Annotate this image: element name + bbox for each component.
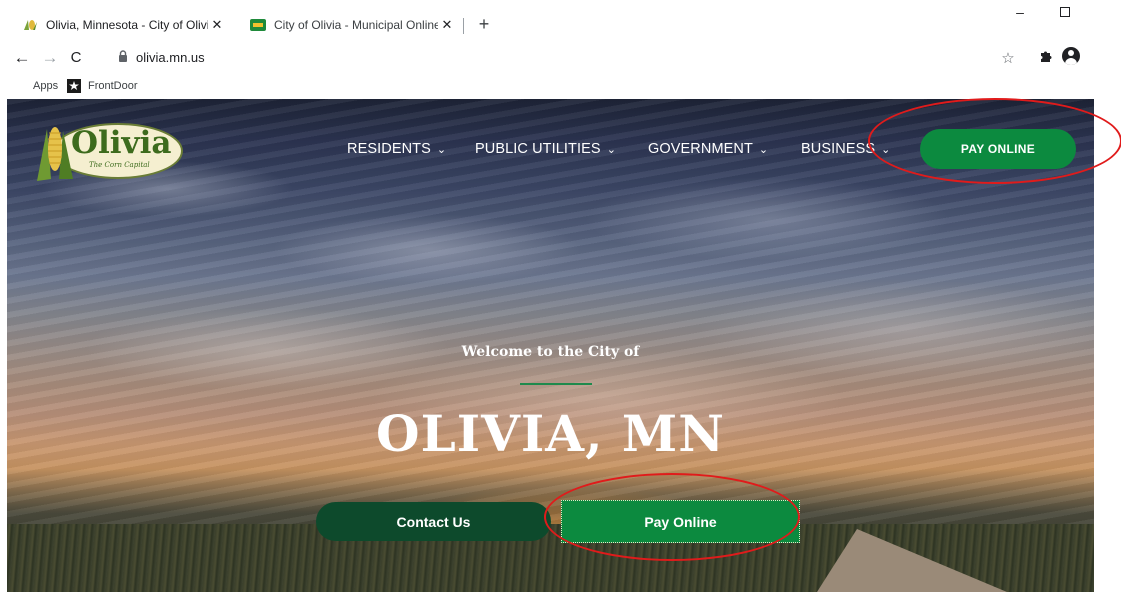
pay-online-nav-button[interactable]: PAY ONLINE — [920, 129, 1076, 169]
chevron-down-icon: ⌄ — [606, 143, 617, 156]
frontdoor-icon — [67, 79, 81, 93]
maximize-icon — [1060, 7, 1070, 17]
profile-head — [1068, 50, 1074, 56]
browser-tab-strip: Olivia, Minnesota - City of Olivia ✕ Cit… — [0, 0, 1121, 40]
nav-label: BUSINESS — [801, 141, 876, 157]
gravel-road-background — [817, 529, 1007, 592]
nav-label: RESIDENTS — [347, 141, 431, 157]
new-tab-button[interactable]: + — [474, 14, 494, 35]
bookmark-label: Apps — [33, 80, 59, 92]
bookmarks-bar: Apps FrontDoor — [0, 76, 1121, 98]
municipal-favicon-icon — [250, 17, 266, 33]
nav-business[interactable]: BUSINESS ⌄ — [801, 141, 890, 157]
hero-welcome-text: Welcome to the City of — [461, 344, 640, 360]
lock-icon[interactable] — [118, 49, 128, 67]
nav-government[interactable]: GOVERNMENT ⌄ — [648, 141, 768, 157]
bookmark-apps[interactable]: Apps — [12, 79, 58, 93]
maximize-button[interactable] — [1050, 4, 1080, 20]
bookmark-label: FrontDoor — [88, 80, 138, 92]
logo-text: Olivia — [71, 125, 172, 161]
nav-label: GOVERNMENT — [648, 141, 753, 157]
tab-title: City of Olivia - Municipal Online — [274, 18, 438, 32]
logo-tagline: The Corn Capital — [89, 161, 150, 169]
chevron-down-icon: ⌄ — [758, 143, 769, 156]
tab-separator — [463, 18, 464, 34]
olivia-logo[interactable]: Olivia The Corn Capital — [25, 119, 185, 183]
chevron-down-icon: ⌄ — [881, 143, 891, 156]
minimize-button[interactable]: – — [1005, 4, 1035, 20]
close-tab-icon[interactable]: ✕ — [438, 17, 456, 33]
extensions-puzzle-icon[interactable] — [1037, 49, 1055, 67]
back-arrow-icon[interactable]: ← — [12, 48, 32, 68]
hero-headline: OLIVIA, MN — [376, 404, 725, 463]
hero-divider — [520, 383, 592, 385]
hero-section: Olivia The Corn Capital RESIDENTS ⌄ PUBLI… — [7, 99, 1094, 592]
apps-grid-icon — [12, 79, 26, 93]
close-tab-icon[interactable]: ✕ — [208, 17, 226, 33]
corn-favicon-icon — [22, 17, 38, 33]
nav-label: PUBLIC UTILITIES — [475, 141, 601, 157]
bookmark-star-icon[interactable]: ☆ — [999, 49, 1017, 67]
address-bar-url[interactable]: olivia.mn.us — [136, 50, 205, 65]
contact-us-button[interactable]: Contact Us — [316, 502, 551, 541]
reload-icon[interactable]: C — [66, 48, 86, 68]
pay-online-hero-button[interactable]: Pay Online — [561, 500, 800, 543]
tab-municipal-online[interactable]: City of Olivia - Municipal Online ✕ — [238, 10, 464, 40]
tab-title: Olivia, Minnesota - City of Olivia — [46, 18, 208, 32]
tab-olivia-home[interactable]: Olivia, Minnesota - City of Olivia ✕ — [8, 10, 234, 40]
forward-arrow-icon[interactable]: → — [40, 48, 60, 68]
bookmark-frontdoor[interactable]: FrontDoor — [67, 79, 138, 93]
chevron-down-icon: ⌄ — [436, 143, 447, 156]
profile-shoulder — [1065, 58, 1077, 65]
nav-residents[interactable]: RESIDENTS ⌄ — [347, 141, 446, 157]
nav-public-utilities[interactable]: PUBLIC UTILITIES ⌄ — [475, 141, 616, 157]
profile-avatar-icon[interactable] — [1062, 47, 1080, 65]
